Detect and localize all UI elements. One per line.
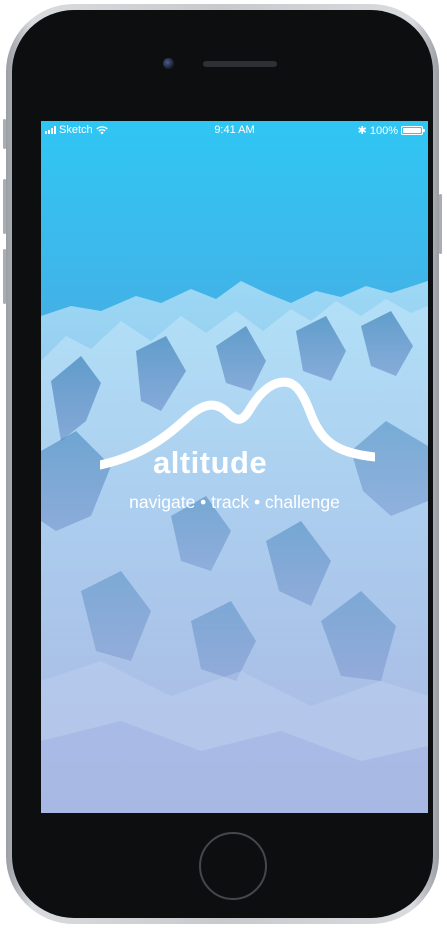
bluetooth-icon: ✱ xyxy=(357,125,367,137)
battery-icon xyxy=(401,126,425,135)
status-right: ✱ 100% xyxy=(357,124,425,137)
splash-screen[interactable]: Sketch 9:41 AM ✱ 100% altitude navigate … xyxy=(41,121,428,813)
volume-down-button xyxy=(3,249,6,304)
mute-switch xyxy=(3,119,6,149)
front-camera xyxy=(163,58,174,69)
brand-name: altitude xyxy=(153,445,268,480)
home-button[interactable] xyxy=(199,832,267,900)
earpiece-speaker xyxy=(203,61,277,67)
tagline: navigate • track • challenge xyxy=(129,492,340,512)
volume-up-button xyxy=(3,179,6,234)
status-bar: Sketch 9:41 AM ✱ 100% xyxy=(41,121,428,141)
power-button xyxy=(439,194,442,254)
battery-percentage: 100% xyxy=(369,124,398,137)
battery-level-fill xyxy=(403,128,421,133)
